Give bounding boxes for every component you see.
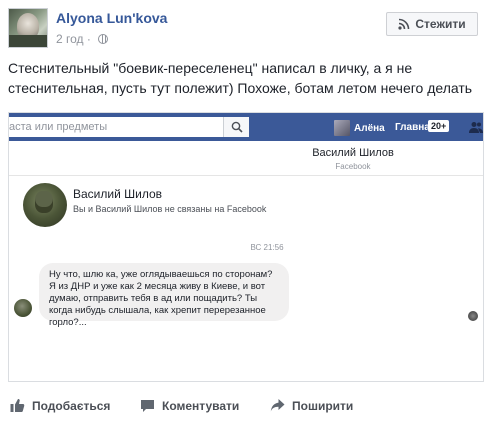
- share-icon: [270, 399, 285, 412]
- chat-header-subtitle: Facebook: [335, 162, 371, 171]
- topbar-home-count: 20+: [428, 120, 450, 132]
- search-placeholder: аста или предметы: [9, 121, 108, 133]
- meta-separator: ·: [86, 32, 91, 46]
- comment-button[interactable]: Коментувати: [140, 398, 239, 413]
- facebook-topbar: аста или предметы Алёна Главная 20+: [9, 113, 483, 141]
- search-box: аста или предметы: [9, 117, 249, 137]
- post-time[interactable]: 2 год: [56, 32, 84, 46]
- like-button[interactable]: Подобається: [10, 398, 110, 413]
- sender-avatar: [14, 299, 32, 317]
- friends-icon: [469, 122, 483, 133]
- post-actions: Подобається Коментувати Поширити: [0, 398, 490, 424]
- search-icon: [231, 121, 243, 133]
- search-button: [223, 117, 249, 137]
- author-avatar[interactable]: [8, 8, 48, 48]
- share-button[interactable]: Поширити: [270, 398, 353, 413]
- sender-profile-avatar: [23, 183, 67, 227]
- rss-icon: [398, 18, 410, 30]
- chat-header: Василий Шилов Facebook: [9, 147, 483, 171]
- topbar-user-name: Алёна: [354, 122, 385, 134]
- follow-button[interactable]: Стежити: [386, 12, 478, 36]
- share-label: Поширити: [292, 398, 354, 413]
- comment-label: Коментувати: [162, 398, 240, 413]
- sender-profile-subtitle: Вы и Василий Шилов не связаны на Faceboo…: [73, 204, 267, 214]
- follow-label: Стежити: [415, 17, 466, 31]
- comment-icon: [141, 400, 154, 412]
- post-text: Стеснительный "боевик-переселенец" напис…: [8, 60, 473, 96]
- topbar-user: Алёна: [334, 120, 385, 136]
- like-label: Подобається: [32, 398, 111, 413]
- sender-profile-name: Василий Шилов: [73, 187, 163, 201]
- message-bubble: Ну что, шлю ка, уже оглядываешься по сто…: [39, 263, 289, 328]
- post-meta: 2 год ·: [56, 32, 109, 46]
- topbar-avatar: [334, 120, 350, 136]
- seen-avatar: [468, 311, 478, 321]
- chat-header-name: Василий Шилов: [312, 147, 394, 159]
- post-image[interactable]: аста или предметы Алёна Главная 20+ Васи…: [8, 112, 484, 382]
- message-timestamp: ВС 21:56: [250, 243, 284, 252]
- author-name[interactable]: Alyona Lun'kova: [56, 10, 167, 26]
- like-icon: [10, 399, 25, 412]
- globe-icon[interactable]: [98, 34, 109, 44]
- post-header: Alyona Lun'kova 2 год · Стежити: [8, 8, 484, 52]
- chat-divider: [9, 175, 483, 176]
